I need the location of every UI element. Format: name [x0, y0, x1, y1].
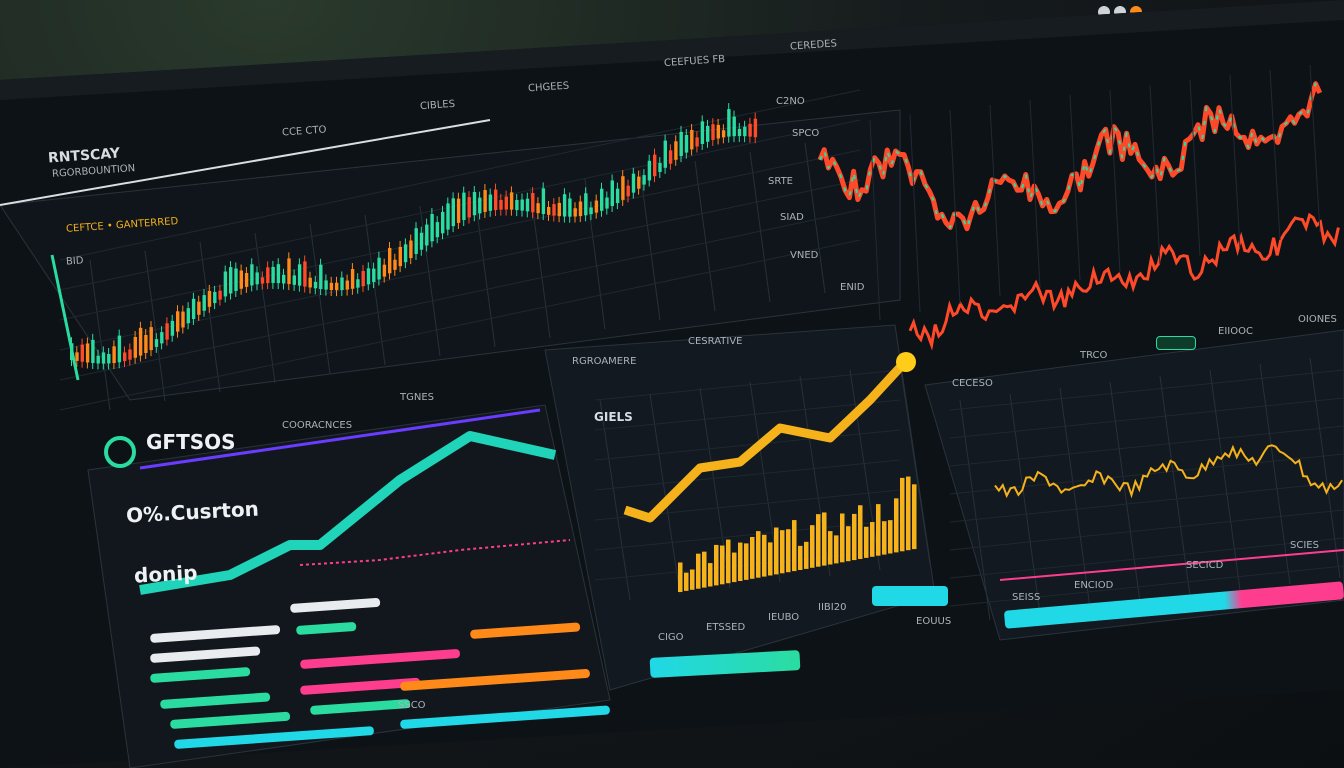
right-stat-1: SEISS — [1012, 592, 1041, 603]
right-stat-3: SECICD — [1186, 560, 1224, 571]
photo-scene: RNTSCAY RGORBOUNTION CCE CTO CIBLES CHGE… — [0, 0, 1344, 768]
right-stat-2: ENCIOD — [1074, 580, 1114, 591]
right-card-label-a: CECESO — [952, 378, 993, 389]
right-card-label-d: OIONES — [1298, 314, 1337, 325]
right-card-graphics — [924, 329, 1344, 641]
right-stat-4: SCIES — [1290, 540, 1319, 551]
right-card-label-b: TRCO — [1080, 350, 1108, 361]
trading-dashboard: RNTSCAY RGORBOUNTION CCE CTO CIBLES CHGE… — [0, 0, 1344, 768]
right-card-badge[interactable] — [1156, 336, 1196, 350]
right-card-label-c: EIIOOC — [1218, 326, 1253, 337]
